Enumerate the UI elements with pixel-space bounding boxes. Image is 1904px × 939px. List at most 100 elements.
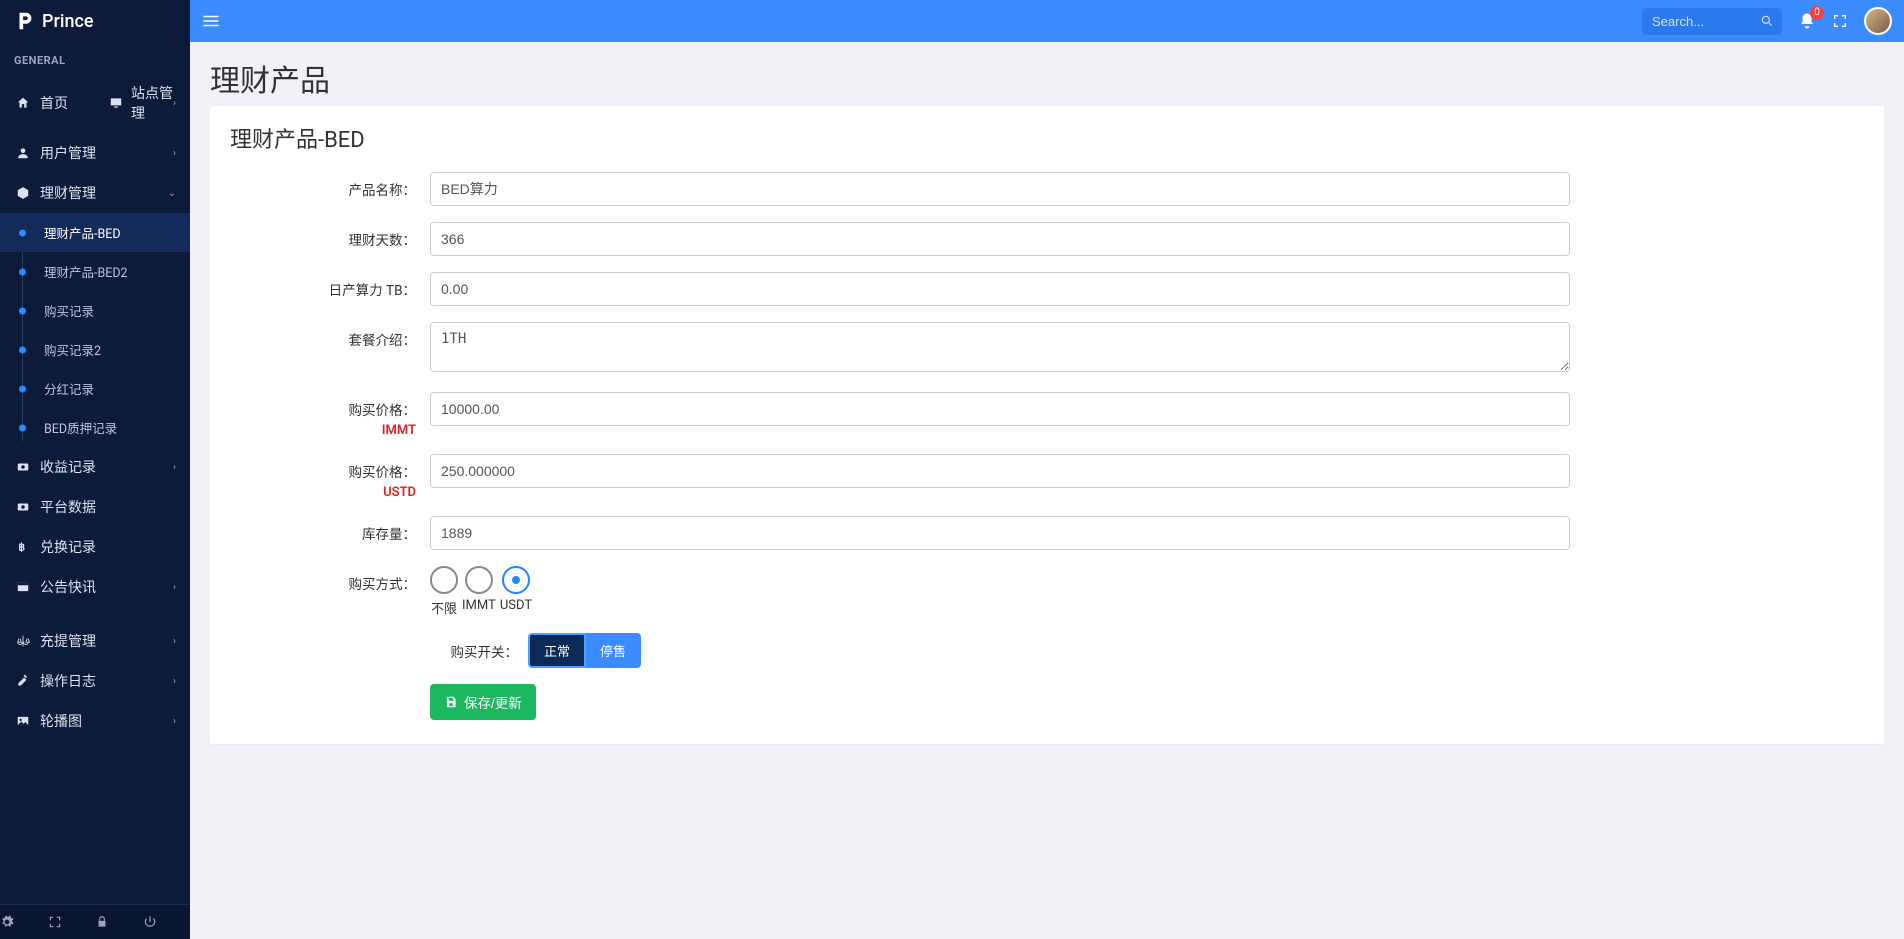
sidebar-label: 首页 bbox=[40, 93, 68, 113]
notification-badge: 0 bbox=[1810, 6, 1824, 20]
brand[interactable]: Prince bbox=[0, 0, 190, 42]
footer-power-button[interactable] bbox=[143, 905, 191, 939]
switch-on-button[interactable]: 正常 bbox=[528, 633, 586, 668]
home-icon bbox=[14, 96, 32, 110]
svg-text:฿: ฿ bbox=[18, 541, 25, 554]
radio-unlimited[interactable] bbox=[430, 566, 458, 594]
edit-icon bbox=[14, 674, 32, 688]
image-icon bbox=[14, 714, 32, 728]
sidebar-sub-item-buy-rec2[interactable]: 购买记录2 bbox=[0, 330, 190, 369]
chevron-right-icon: › bbox=[173, 636, 176, 647]
input-stock[interactable] bbox=[430, 516, 1570, 550]
input-package-intro[interactable]: 1TH bbox=[430, 322, 1570, 372]
input-buy-price-ustd[interactable] bbox=[430, 454, 1570, 488]
label-package-intro: 套餐介绍： bbox=[230, 322, 430, 349]
topbar: 0 bbox=[190, 0, 1904, 42]
sidebar-item-income-rec[interactable]: 收益记录 › bbox=[0, 447, 190, 487]
sidebar: Prince GENERAL 首页 站点管理 › 用户管理 › bbox=[0, 0, 190, 939]
sidebar-item-op-log[interactable]: 操作日志 › bbox=[0, 661, 190, 701]
fullscreen-button[interactable] bbox=[1832, 13, 1848, 29]
sidebar-item-carousel[interactable]: 轮播图 › bbox=[0, 701, 190, 741]
chevron-right-icon: › bbox=[173, 676, 176, 687]
chevron-right-icon: › bbox=[173, 98, 176, 109]
sidebar-item-platform-data[interactable]: 平台数据 bbox=[0, 487, 190, 527]
form-panel: 理财产品-BED 产品名称： 理财天数： 日产算力 TB： 套餐介绍： 1TH bbox=[210, 106, 1884, 744]
label-buy-switch: 购买开关： bbox=[430, 641, 528, 661]
hamburger-icon[interactable] bbox=[202, 12, 220, 30]
label-buy-price-ustd: 购买价格： USTD bbox=[230, 454, 430, 500]
brand-logo-icon bbox=[14, 10, 36, 32]
sidebar-item-user-mgmt[interactable]: 用户管理 › bbox=[0, 133, 190, 173]
sidebar-sub-item-dividend[interactable]: 分红记录 bbox=[0, 369, 190, 408]
balance-icon bbox=[14, 634, 32, 648]
save-button[interactable]: 保存/更新 bbox=[430, 684, 536, 720]
content: 理财产品 理财产品-BED 产品名称： 理财天数： 日产算力 TB： 套餐介绍： bbox=[190, 42, 1904, 774]
money-icon bbox=[14, 460, 32, 474]
chevron-right-icon: › bbox=[173, 716, 176, 727]
footer-settings-button[interactable] bbox=[0, 905, 48, 939]
label-product-name: 产品名称： bbox=[230, 172, 430, 199]
label-buy-price-immt: 购买价格： IMMT bbox=[230, 392, 430, 438]
chevron-right-icon: › bbox=[173, 462, 176, 473]
save-label: 保存/更新 bbox=[464, 692, 522, 712]
sidebar-label: 收益记录 bbox=[40, 457, 96, 477]
notification-button[interactable]: 0 bbox=[1798, 12, 1816, 30]
sidebar-item-deposit-mgmt[interactable]: 充提管理 › bbox=[0, 621, 190, 661]
sidebar-footer bbox=[0, 904, 190, 939]
radio-label-usdt: USDT bbox=[500, 598, 532, 613]
sidebar-item-finance-mgmt[interactable]: 理财管理 ⌄ bbox=[0, 173, 190, 213]
main-area: 0 理财产品 理财产品-BED 产品名称： 理财天数： bbox=[190, 0, 1904, 939]
radio-immt[interactable] bbox=[465, 566, 493, 594]
chevron-right-icon: › bbox=[173, 582, 176, 593]
input-daily-power[interactable] bbox=[430, 272, 1570, 306]
panel-title: 理财产品-BED bbox=[230, 122, 1864, 154]
page-title: 理财产品 bbox=[210, 56, 1884, 100]
label-stock: 库存量： bbox=[230, 516, 430, 543]
input-buy-price-immt[interactable] bbox=[430, 392, 1570, 426]
bitcoin-icon: ฿ bbox=[14, 540, 32, 554]
cube-icon bbox=[14, 186, 32, 200]
input-finance-days[interactable] bbox=[430, 222, 1570, 256]
radio-label-immt: IMMT bbox=[462, 598, 496, 613]
sidebar-sub-item-bed[interactable]: 理财产品-BED bbox=[0, 213, 190, 252]
sidebar-sub-item-stake[interactable]: BED质押记录 bbox=[0, 408, 190, 447]
sidebar-submenu-finance: 理财产品-BED 理财产品-BED2 购买记录 购买记录2 分红记录 BED质押… bbox=[0, 213, 190, 447]
search-input[interactable] bbox=[1642, 8, 1782, 35]
sidebar-item-announcement[interactable]: 公告快讯 › bbox=[0, 567, 190, 607]
sidebar-item-exchange-rec[interactable]: ฿ 兑换记录 bbox=[0, 527, 190, 567]
sidebar-label: 充提管理 bbox=[40, 631, 96, 651]
footer-lock-button[interactable] bbox=[95, 905, 143, 939]
sidebar-item-site-mgmt[interactable]: 站点管理 › bbox=[95, 73, 190, 133]
sublabel-immt: IMMT bbox=[230, 423, 416, 438]
sidebar-label: 理财管理 bbox=[40, 183, 96, 203]
input-product-name[interactable] bbox=[430, 172, 1570, 206]
sidebar-nav: 首页 站点管理 › 用户管理 › 理财管理 ⌄ 理财产品-BED bbox=[0, 73, 190, 741]
sidebar-label: 操作日志 bbox=[40, 671, 96, 691]
money-icon bbox=[14, 500, 32, 514]
sidebar-sub-item-bed2[interactable]: 理财产品-BED2 bbox=[0, 252, 190, 291]
user-icon bbox=[14, 146, 32, 160]
chevron-down-icon: ⌄ bbox=[168, 188, 176, 199]
switch-off-button[interactable]: 停售 bbox=[586, 633, 641, 668]
sidebar-sub-item-buy-rec[interactable]: 购买记录 bbox=[0, 291, 190, 330]
search-wrap bbox=[1642, 8, 1782, 35]
save-icon bbox=[444, 695, 458, 709]
radio-group-buy-method: 不限 IMMT USDT bbox=[430, 566, 1570, 617]
brand-name: Prince bbox=[42, 11, 94, 32]
avatar[interactable] bbox=[1864, 7, 1892, 35]
window-icon bbox=[14, 580, 32, 594]
sidebar-label: 兑换记录 bbox=[40, 537, 96, 557]
footer-fullscreen-button[interactable] bbox=[48, 905, 96, 939]
label-buy-method: 购买方式： bbox=[230, 566, 430, 593]
sidebar-item-home[interactable]: 首页 bbox=[0, 73, 95, 133]
display-icon bbox=[109, 96, 123, 110]
sidebar-label: 公告快讯 bbox=[40, 577, 96, 597]
radio-label-unlimited: 不限 bbox=[431, 598, 457, 617]
switch-buy: 正常 停售 bbox=[528, 633, 641, 668]
sidebar-label: 站点管理 bbox=[131, 83, 173, 123]
radio-usdt[interactable] bbox=[502, 566, 530, 594]
chevron-right-icon: › bbox=[173, 148, 176, 159]
sublabel-ustd: USTD bbox=[230, 485, 416, 500]
label-daily-power: 日产算力 TB： bbox=[230, 272, 430, 299]
sidebar-label: 轮播图 bbox=[40, 711, 82, 731]
